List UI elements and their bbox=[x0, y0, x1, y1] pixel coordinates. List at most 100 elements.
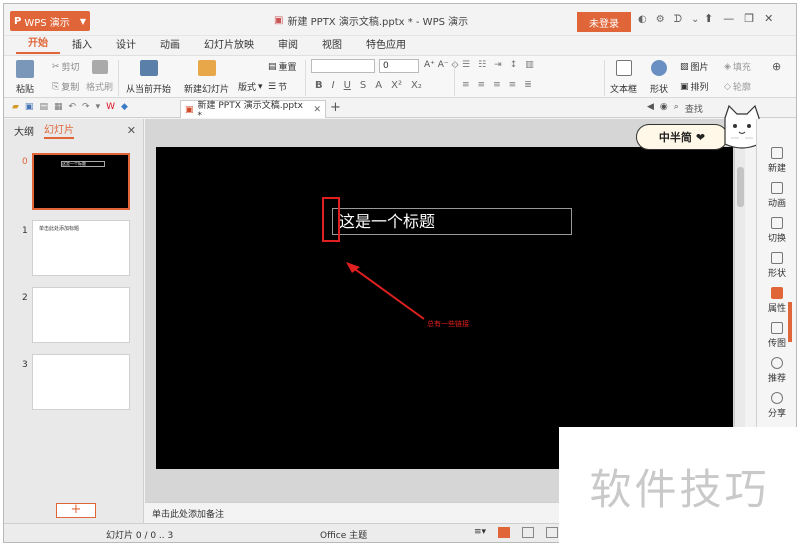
add-slide-button[interactable]: + bbox=[56, 503, 96, 518]
document-icon: ▣ bbox=[274, 15, 284, 26]
slide-thumbnail[interactable] bbox=[32, 287, 130, 343]
tab-insert[interactable]: 插入 bbox=[60, 36, 104, 54]
font-size-select[interactable]: 0 bbox=[379, 59, 419, 73]
line-spacing-icon[interactable]: ↕ bbox=[510, 60, 518, 70]
task-recommend-button[interactable]: 推荐 bbox=[757, 357, 796, 384]
help-icon[interactable]: ◀ bbox=[647, 102, 654, 115]
tab-home[interactable]: 开始 bbox=[16, 34, 60, 54]
new-tab-button[interactable]: + bbox=[330, 100, 341, 115]
task-shape-button[interactable]: 形状 bbox=[757, 252, 796, 279]
wps-icon[interactable]: W bbox=[106, 102, 115, 112]
title-tools: ◐ ⚙ ᗪ ⌄ bbox=[638, 14, 699, 25]
textbox-button[interactable]: 文本框 bbox=[610, 60, 637, 95]
open-icon[interactable]: ▰ bbox=[12, 102, 19, 112]
arrange-button[interactable]: ▣ 排列 bbox=[680, 80, 709, 94]
char-spacing-button[interactable]: A bbox=[375, 80, 382, 91]
chevron-down-icon[interactable]: ⌄ bbox=[691, 14, 699, 25]
save-icon[interactable]: ▣ bbox=[25, 102, 34, 112]
task-share-button[interactable]: 分享 bbox=[757, 392, 796, 419]
format-painter-button[interactable]: 格式刷 bbox=[86, 60, 113, 93]
tab-animation[interactable]: 动画 bbox=[148, 36, 192, 54]
font-family-select[interactable] bbox=[311, 59, 375, 73]
slide-thumbnail[interactable]: 单击此处添加标题 bbox=[32, 220, 130, 276]
indent-icon[interactable]: ⇥ bbox=[494, 60, 502, 70]
restore-button[interactable]: ❐ bbox=[744, 12, 754, 25]
search-icon[interactable]: ⌕ bbox=[674, 102, 679, 115]
tab-special[interactable]: 特色应用 bbox=[354, 36, 418, 54]
close-icon[interactable]: ✕ bbox=[313, 105, 321, 115]
cut-button[interactable]: ✂ 剪切 bbox=[52, 60, 80, 74]
app-menu-button[interactable]: P WPS 演示 ▼ bbox=[10, 11, 90, 31]
section-button[interactable]: ☰ 节 bbox=[268, 80, 287, 94]
underline-button[interactable]: U bbox=[344, 80, 351, 91]
minimize-button[interactable]: — bbox=[723, 12, 734, 25]
find-button[interactable]: 查找 bbox=[685, 102, 703, 115]
slide-thumbnail[interactable]: 这是一个标题 bbox=[32, 153, 130, 210]
italic-button[interactable]: I bbox=[332, 80, 335, 91]
tab-view[interactable]: 视图 bbox=[310, 36, 354, 54]
outline-button[interactable]: ◇ 轮廓 bbox=[724, 80, 751, 94]
login-button[interactable]: 未登录 bbox=[577, 12, 631, 32]
reset-button[interactable]: ▤ 重置 bbox=[268, 60, 297, 74]
align-right-icon[interactable]: ≡ bbox=[493, 80, 501, 90]
tab-design[interactable]: 设计 bbox=[104, 36, 148, 54]
slide-panel: 大纲 幻灯片 ✕ 0 这是一个标题 1 单击此处添加标题 2 3 + bbox=[4, 119, 144, 523]
tab-review[interactable]: 审阅 bbox=[266, 36, 310, 54]
close-button[interactable]: ✕ bbox=[764, 12, 773, 25]
zoom-icon[interactable]: ⊕ bbox=[772, 60, 781, 73]
task-properties-label: 属性 bbox=[767, 304, 786, 314]
columns-icon[interactable]: ▥ bbox=[525, 60, 534, 70]
paragraph-group-bottom: ≡ ≡ ≡ ≡ ≣ bbox=[462, 80, 532, 90]
notes-toggle-icon[interactable]: ≡▾ bbox=[474, 527, 486, 538]
ribbon-tabs: 开始 插入 设计 动画 幻灯片放映 审阅 视图 特色应用 bbox=[4, 36, 796, 54]
from-current-button[interactable]: 从当前开始 bbox=[126, 60, 171, 95]
align-left-icon[interactable]: ≡ bbox=[462, 80, 470, 90]
number-list-icon[interactable]: ☷ bbox=[478, 60, 486, 70]
task-transition-button[interactable]: 切换 bbox=[757, 217, 796, 244]
reading-view-button[interactable] bbox=[546, 527, 559, 538]
feedback-icon[interactable]: ᗪ bbox=[674, 14, 682, 25]
layout-button[interactable]: 版式 ▾ bbox=[238, 80, 263, 94]
settings-icon[interactable]: ⚙ bbox=[656, 14, 665, 25]
document-tab[interactable]: ▣ 新建 PPTX 演示文稿.pptx * ✕ bbox=[180, 100, 326, 121]
new-slide-icon bbox=[197, 60, 216, 76]
copy-button[interactable]: ⎘ 复制 bbox=[52, 80, 80, 94]
paste-button[interactable]: 粘贴 bbox=[16, 60, 34, 95]
superscript-button[interactable]: X² bbox=[391, 80, 402, 91]
align-center-icon[interactable]: ≡ bbox=[478, 80, 486, 90]
new-slide-button[interactable]: 新建幻灯片 bbox=[184, 60, 229, 95]
bullet-list-icon[interactable]: ☰ bbox=[462, 60, 470, 70]
task-new-button[interactable]: 新建 bbox=[757, 147, 796, 174]
redo-icon[interactable]: ↷ bbox=[82, 102, 90, 112]
shape-button[interactable]: 形状 bbox=[650, 60, 668, 95]
skin-icon[interactable]: ◐ bbox=[638, 14, 647, 25]
close-icon[interactable]: ✕ bbox=[127, 124, 136, 137]
print-icon[interactable]: ▦ bbox=[54, 102, 63, 112]
tab-outline[interactable]: 大纲 bbox=[14, 123, 34, 138]
sorter-view-button[interactable] bbox=[522, 527, 535, 538]
chevron-down-icon[interactable]: ▾ bbox=[96, 102, 101, 112]
strikethrough-button[interactable]: S bbox=[360, 80, 366, 91]
picture-button[interactable]: ▨ 图片 bbox=[680, 60, 709, 74]
scrollbar-thumb[interactable] bbox=[737, 167, 744, 207]
subscript-button[interactable]: X₂ bbox=[411, 80, 422, 91]
normal-view-button[interactable] bbox=[498, 527, 511, 538]
comment-icon[interactable]: ◉ bbox=[660, 102, 668, 115]
slide-canvas[interactable]: 这是一个标题 总有一些链接 bbox=[156, 147, 733, 469]
cloud-icon[interactable]: ◆ bbox=[121, 102, 128, 112]
tab-slides[interactable]: 幻灯片 bbox=[44, 121, 74, 139]
task-animation-button[interactable]: 动画 bbox=[757, 182, 796, 209]
pane-handle[interactable] bbox=[788, 302, 792, 342]
cut-label: 剪切 bbox=[61, 63, 80, 73]
slide-title-box[interactable]: 这是一个标题 bbox=[332, 208, 572, 235]
print-preview-icon[interactable]: ▤ bbox=[39, 102, 48, 112]
justify-icon[interactable]: ≡ bbox=[509, 80, 517, 90]
copy-label: 复制 bbox=[61, 83, 80, 93]
undo-icon[interactable]: ↶ bbox=[68, 102, 76, 112]
upload-icon[interactable]: ⬆ bbox=[704, 12, 713, 25]
bold-button[interactable]: B bbox=[315, 80, 323, 91]
distribute-icon[interactable]: ≣ bbox=[524, 80, 532, 90]
tab-slideshow[interactable]: 幻灯片放映 bbox=[192, 36, 266, 54]
fill-button[interactable]: ◈ 填充 bbox=[724, 60, 751, 74]
slide-thumbnail[interactable] bbox=[32, 354, 130, 410]
